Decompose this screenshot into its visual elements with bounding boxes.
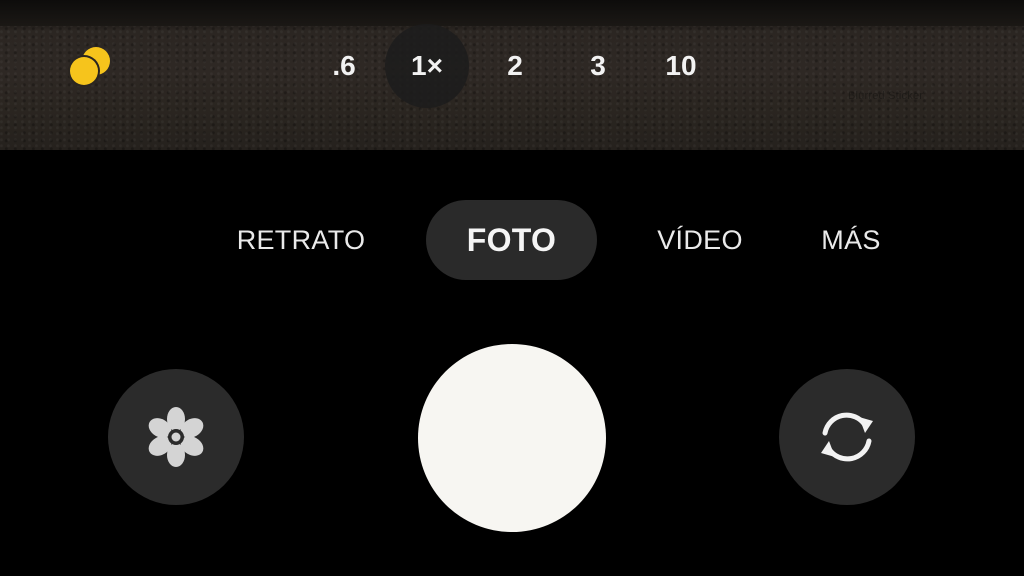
mode-selector: RETRATO FOTO VÍDEO MÁS [0, 200, 1024, 280]
zoom-0-6-button[interactable]: .6 [302, 24, 386, 108]
mode-video[interactable]: VÍDEO [642, 200, 758, 280]
zoom-2-button[interactable]: 2 [473, 24, 557, 108]
switch-camera-icon [821, 412, 873, 462]
switch-camera-button[interactable] [779, 369, 915, 505]
zoom-3-button[interactable]: 3 [556, 24, 640, 108]
macro-button[interactable] [108, 369, 244, 505]
viewfinder[interactable]: Blurred Sticker .6 1× 2 3 10 [0, 0, 1024, 150]
shutter-button[interactable] [418, 344, 606, 532]
mode-mas[interactable]: MÁS [806, 200, 896, 280]
zoom-selector: .6 1× 2 3 10 [300, 24, 720, 108]
mode-foto[interactable]: FOTO [426, 200, 597, 280]
flash-dot-front [70, 57, 98, 85]
camera-screen: Blurred Sticker .6 1× 2 3 10 RETRATO FOT… [0, 0, 1024, 576]
flower-macro-icon [148, 407, 204, 467]
mode-retrato[interactable]: RETRATO [224, 200, 378, 280]
viewfinder-watermark: Blurred Sticker [848, 90, 924, 102]
flash-auto-icon[interactable] [70, 47, 114, 87]
zoom-10-button[interactable]: 10 [639, 24, 723, 108]
viewfinder-edge [0, 0, 1024, 26]
zoom-1x-button[interactable]: 1× [385, 24, 469, 108]
